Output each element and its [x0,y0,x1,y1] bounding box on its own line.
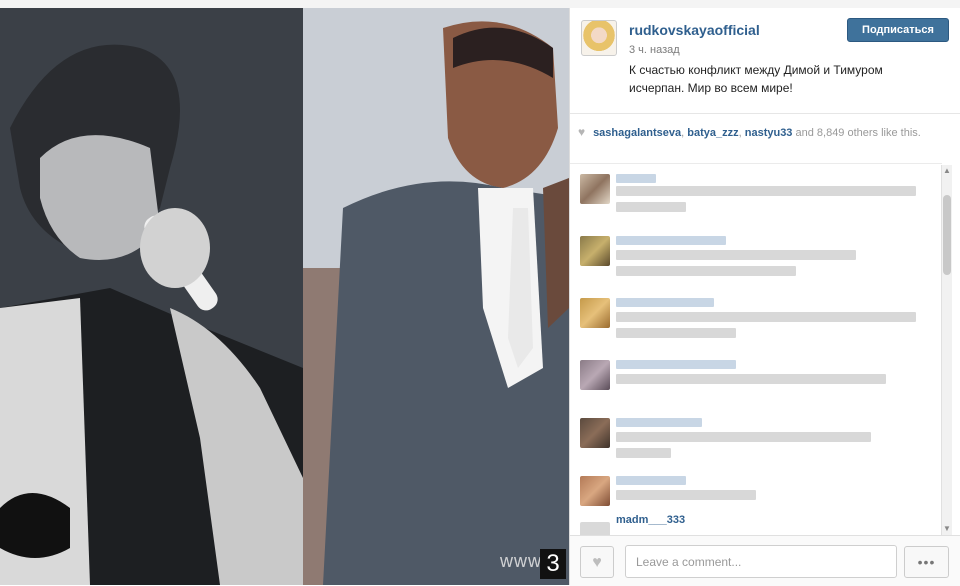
avatar[interactable] [580,174,610,204]
post-header: rudkovskayaofficial 3 ч. назад К счастью… [570,8,960,114]
comment-text [616,186,916,196]
comment-author[interactable]: madm___333 [616,514,685,526]
likes-summary: ♥ sashagalantseva, batya_zzz, nastyu33 a… [578,124,948,142]
comment-author[interactable] [616,476,686,485]
list-item [570,226,942,286]
follow-button[interactable]: Подписаться [847,18,949,42]
post-username[interactable]: rudkovskayaofficial [629,22,760,38]
comment-text [616,250,856,260]
comment-text [616,374,886,384]
list-item [570,288,942,348]
comment-text [616,312,916,322]
scroll-thumb[interactable] [943,195,951,275]
avatar[interactable] [580,476,610,506]
heart-icon: ♥ [592,554,602,571]
like-button[interactable]: ♥ [580,546,614,578]
avatar[interactable] [580,360,610,390]
more-options-button[interactable]: ••• [904,546,949,578]
list-item [570,408,942,468]
avatar[interactable] [580,522,610,536]
list-item [570,350,942,410]
comment-author[interactable] [616,236,726,245]
comment-author[interactable] [616,360,736,369]
comment-text [616,432,871,442]
comments-scrollbar[interactable]: ▲ ▼ [941,165,952,535]
comment-author[interactable] [616,418,702,427]
scroll-down-icon[interactable]: ▼ [942,523,952,535]
comment-text [616,490,756,500]
liker-link[interactable]: sashagalantseva [593,127,681,139]
avatar[interactable] [581,20,617,56]
comment-input[interactable] [625,545,897,578]
heart-icon: ♥ [578,125,586,139]
more-icon: ••• [917,554,936,570]
liker-link[interactable]: nastyu33 [745,127,793,139]
comments-list: madm___333 [570,163,942,536]
liker-link[interactable]: batya_zzz [687,127,738,139]
photo-watermark: www [500,551,542,571]
comment-text [616,448,671,458]
post-timestamp[interactable]: 3 ч. назад [629,44,680,56]
photo-number: 3 [540,549,566,579]
avatar[interactable] [580,418,610,448]
post-side-panel: rudkovskayaofficial 3 ч. назад К счастью… [569,8,960,586]
photo-left-panel [0,8,303,585]
list-item [570,164,942,224]
comment-author[interactable] [616,298,714,307]
comment-text [616,266,796,276]
avatar[interactable] [580,298,610,328]
post-photo[interactable]: www 3 [0,8,569,585]
comment-footer: ♥ ••• [570,535,960,586]
post-caption: К счастью конфликт между Димой и Тимуром… [629,63,883,95]
list-item: madm___333 [570,512,942,536]
avatar[interactable] [580,236,610,266]
photo-right-panel [303,8,569,585]
comment-text [616,328,736,338]
likes-count-text: and 8,849 others like this. [792,127,921,139]
comment-author[interactable] [616,174,656,183]
scroll-up-icon[interactable]: ▲ [942,165,952,177]
comment-text [616,202,686,212]
